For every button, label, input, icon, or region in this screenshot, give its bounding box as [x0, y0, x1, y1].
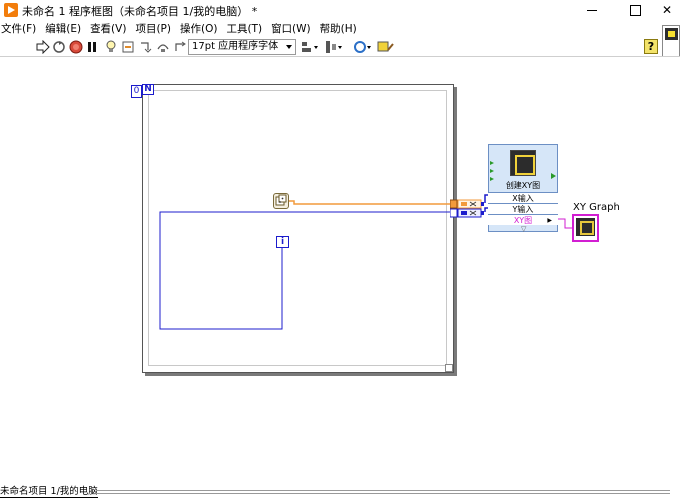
- y-input-terminal[interactable]: Y输入: [488, 203, 558, 214]
- xy-graph-label[interactable]: XY Graph: [573, 202, 620, 213]
- project-context[interactable]: 未命名项目 1/我的电脑: [0, 486, 98, 498]
- horizontal-scrollbar[interactable]: [96, 490, 670, 494]
- xy-graph-output-terminal[interactable]: XY图 ▶: [488, 214, 558, 225]
- xy-graph-wire[interactable]: [558, 218, 572, 229]
- output-arrow-icon: ▶: [547, 217, 552, 224]
- xy-graph-terminal[interactable]: [572, 214, 599, 242]
- xy-output-label: XY图: [513, 216, 533, 225]
- output-tunnels: [450, 199, 484, 218]
- iteration-terminal[interactable]: i: [276, 236, 289, 248]
- random-number-wire[interactable]: [289, 200, 452, 205]
- status-bar: 未命名项目 1/我的电脑: [0, 486, 680, 498]
- iteration-wire[interactable]: [159, 211, 452, 330]
- dbl-tunnel[interactable]: [450, 199, 458, 209]
- dice-icon: [275, 194, 287, 206]
- expand-arrow-icon[interactable]: ▽: [521, 225, 526, 233]
- output-terminal-marker: [551, 173, 556, 179]
- x-input-terminal[interactable]: X输入: [488, 192, 558, 203]
- xy-graph-icon: [510, 150, 536, 176]
- wires-layer: [159, 194, 572, 330]
- random-number-node[interactable]: [273, 193, 289, 209]
- i32-tunnel[interactable]: [450, 208, 458, 218]
- express-vi-title: 创建XY图: [505, 181, 541, 190]
